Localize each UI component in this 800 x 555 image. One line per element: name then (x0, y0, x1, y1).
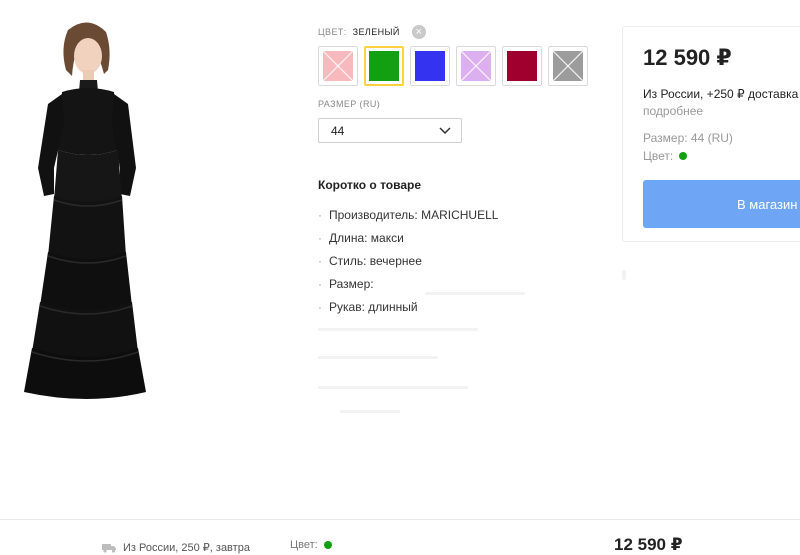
selected-color-label: Цвет: (643, 149, 674, 163)
about-item: · Длина: макси (318, 231, 404, 245)
color-chip (553, 51, 583, 81)
size-select[interactable]: 44 (318, 118, 462, 143)
color-swatch-burgundy[interactable] (502, 46, 542, 86)
bottom-delivery-text: Из России, 250 ₽, завтра (123, 542, 250, 554)
color-label: Цвет: (318, 27, 347, 37)
sticky-bottom-bar: Из России, 250 ₽, завтра Цвет: 12 590 ₽ (0, 519, 800, 554)
selected-size-info: Размер: 44 (RU) (643, 131, 733, 145)
price: 12 590 ₽ (643, 45, 732, 70)
color-swatch-pink[interactable] (318, 46, 358, 86)
color-swatch-green[interactable] (364, 46, 404, 86)
color-chip (507, 51, 537, 81)
selected-color-name: зеленый (352, 27, 400, 37)
color-chip (369, 51, 399, 81)
chevron-down-icon (439, 126, 451, 134)
color-chip (415, 51, 445, 81)
unavailable-cross-icon (323, 51, 353, 81)
color-chip (323, 51, 353, 81)
placeholder-line (318, 386, 468, 389)
price-card: 12 590 ₽ Из России, +250 ₽ доставка подр… (622, 26, 800, 242)
color-chip (461, 51, 491, 81)
color-dot-icon (323, 541, 332, 549)
about-item: · Стиль: вечернее (318, 254, 422, 268)
bottom-color-info: Цвет: (290, 539, 332, 551)
clear-color-icon[interactable]: × (411, 25, 426, 39)
selected-color-info: Цвет: (643, 149, 688, 163)
about-item: · Рукав: длинный (318, 300, 418, 314)
placeholder-line (318, 356, 438, 359)
more-details-link[interactable]: подробнее (643, 104, 703, 118)
about-item: · Производитель: MARICHUELL (318, 208, 499, 222)
color-swatch-blue[interactable] (410, 46, 450, 86)
size-label: Размер (RU) (318, 99, 381, 109)
product-photo[interactable] (0, 0, 215, 410)
color-swatch-grey[interactable] (548, 46, 588, 86)
bottom-delivery-info: Из России, 250 ₽, завтра (102, 541, 250, 554)
bottom-price: 12 590 ₽ (614, 535, 683, 554)
color-dot-icon (679, 152, 688, 160)
truck-icon (102, 543, 116, 553)
unavailable-cross-icon (553, 51, 583, 81)
bottom-color-label: Цвет: (290, 539, 318, 551)
product-photo-drawing (24, 22, 146, 399)
size-select-value: 44 (331, 123, 345, 138)
go-to-shop-button[interactable]: В магазин (643, 180, 800, 228)
placeholder-line (318, 328, 478, 331)
color-swatches (318, 46, 588, 86)
about-list: · Производитель: MARICHUELL · Длина: макси… (318, 206, 498, 321)
unavailable-cross-icon (461, 51, 491, 81)
delivery-info: Из России, +250 ₽ доставка (643, 87, 799, 101)
placeholder-line (340, 410, 400, 413)
color-swatch-lilac[interactable] (456, 46, 496, 86)
about-title: Коротко о товаре (318, 178, 422, 192)
placeholder-line (622, 270, 626, 280)
color-selector-header: Цвет: зеленый × (318, 25, 426, 39)
placeholder-line (425, 292, 525, 295)
